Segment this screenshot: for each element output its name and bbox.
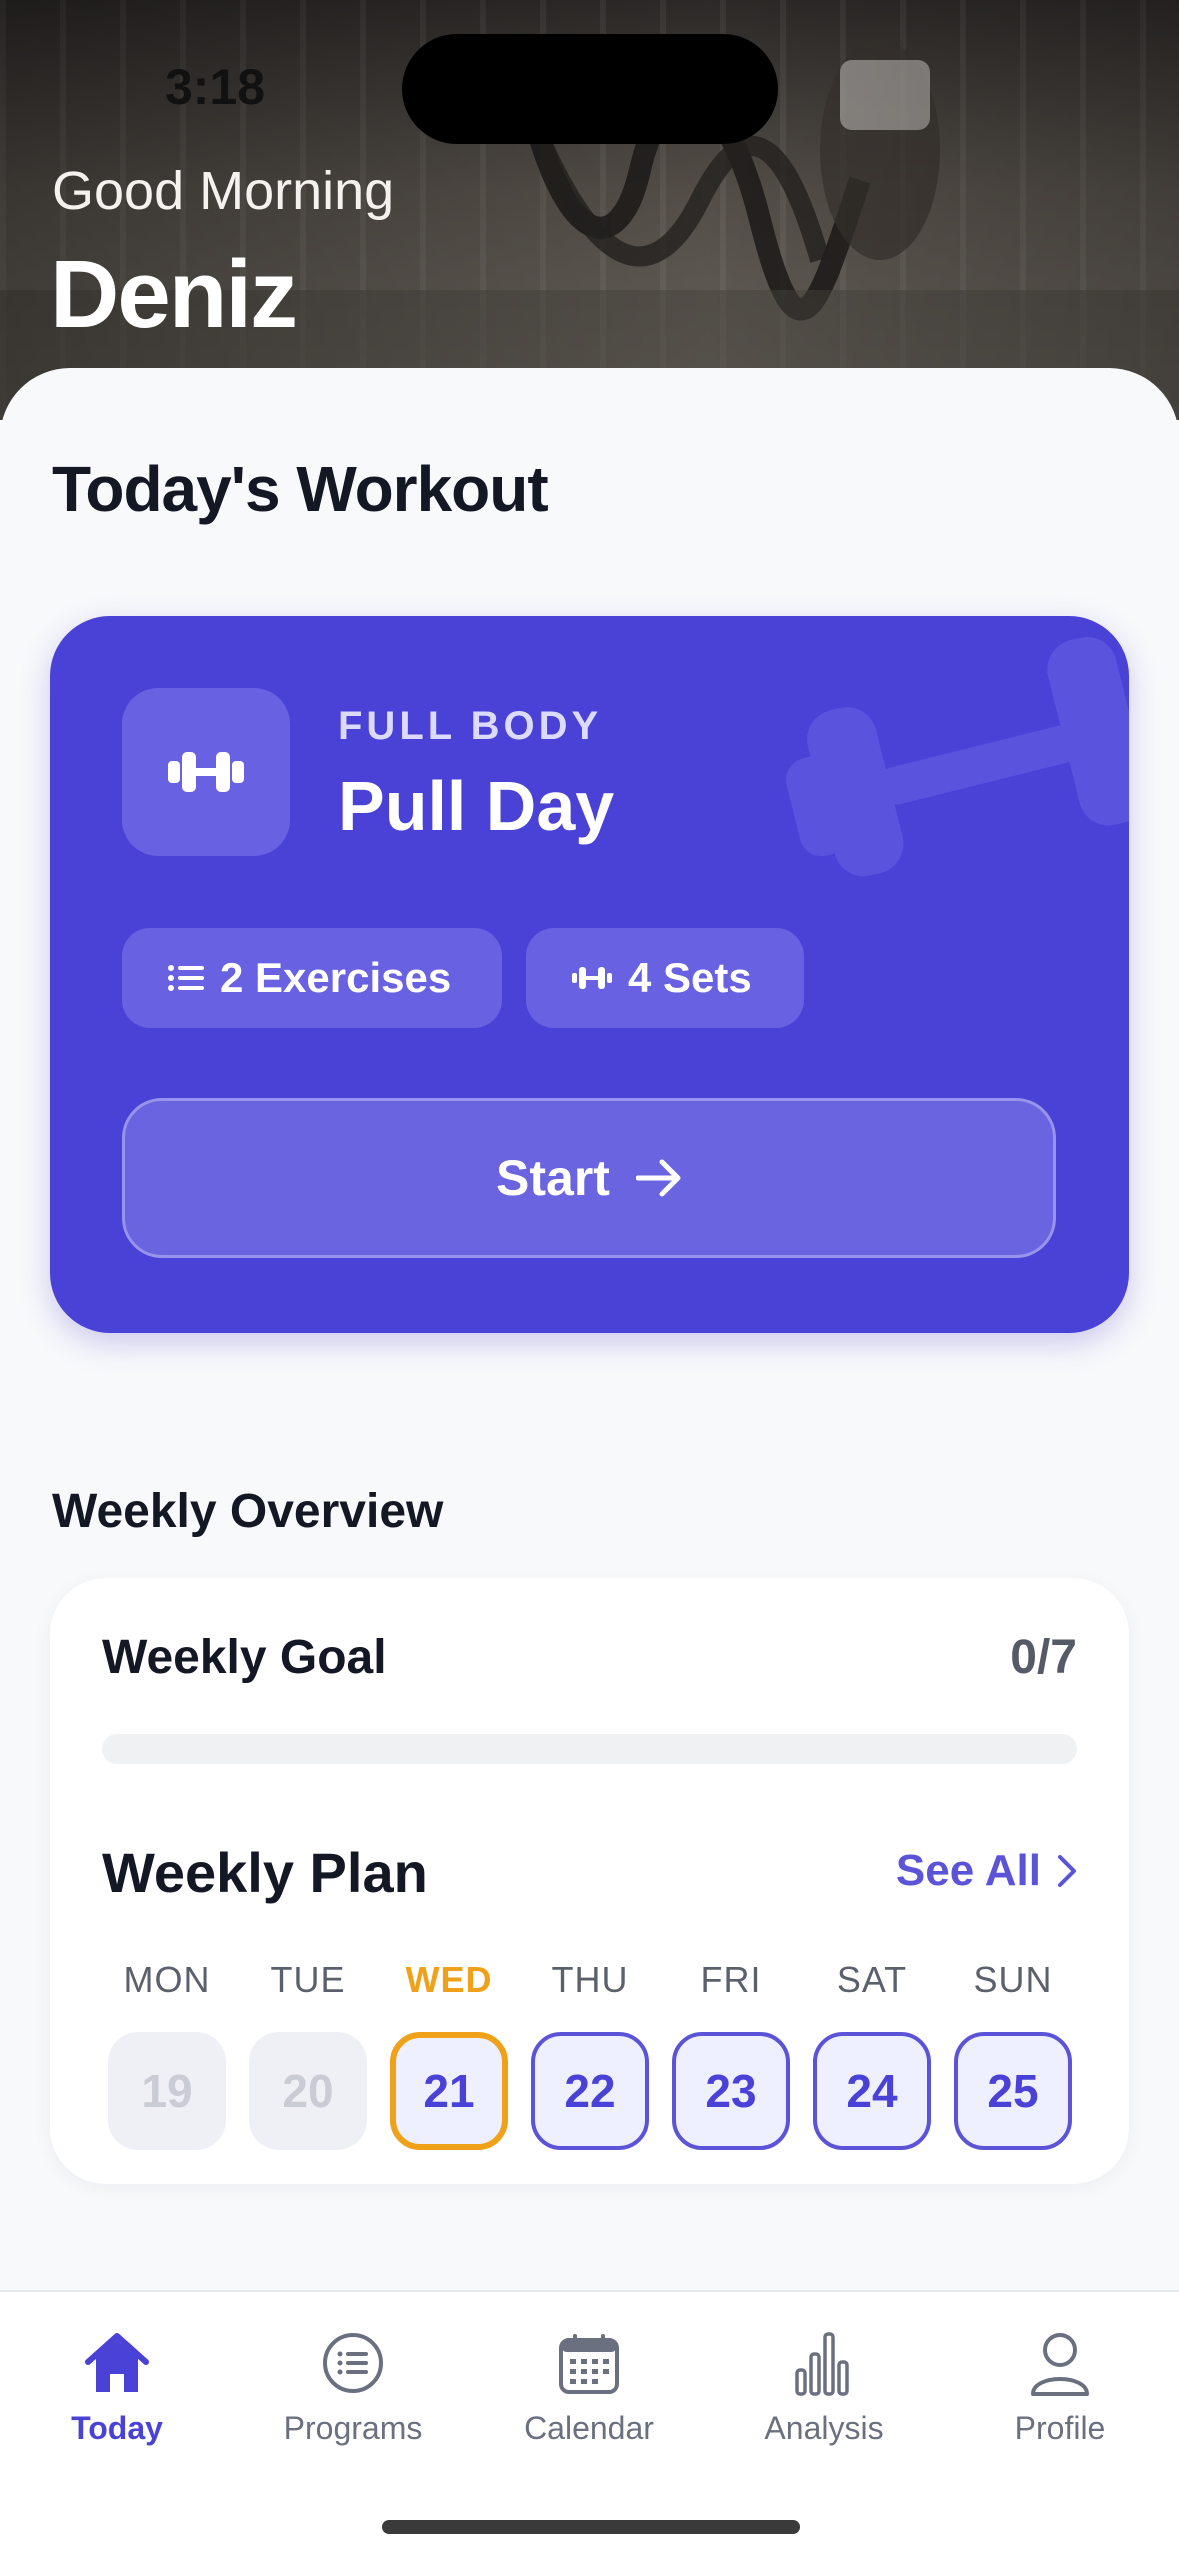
home-icon [85, 2333, 149, 2392]
weekly-overview-card: Weekly Goal 0/7 Weekly Plan See All MON … [50, 1578, 1129, 2184]
chevron-right-icon [1058, 1855, 1076, 1887]
day-fri[interactable]: FRI 23 [672, 1956, 790, 2150]
day-date: 21 [390, 2032, 508, 2150]
person-icon [1031, 2333, 1089, 2396]
sets-count: 4 Sets [628, 954, 752, 1001]
day-date: 25 [954, 2032, 1072, 2150]
todays-workout-title: Today's Workout [52, 453, 549, 525]
day-sun[interactable]: SUN 25 [954, 1956, 1072, 2150]
weekly-goal-progress-bar [102, 1734, 1077, 1764]
see-all-link[interactable]: See All [896, 1846, 1077, 1896]
day-label: WED [405, 1959, 493, 2000]
day-sat[interactable]: SAT 24 [813, 1956, 931, 2150]
workout-category: FULL BODY [338, 704, 603, 748]
tab-analysis[interactable]: Analysis [724, 2328, 924, 2447]
greeting-text: Good Morning [52, 161, 395, 221]
tab-bar: Today Programs Calendar Analysis Profile [0, 2290, 1179, 2556]
hero-background: 3:18 Good Morning Deniz [0, 0, 1179, 420]
weekly-goal-label: Weekly Goal [102, 1631, 387, 1684]
arrow-right-icon [635, 1159, 681, 1197]
tab-programs[interactable]: Programs [253, 2328, 453, 2447]
workout-icon-box [122, 688, 290, 856]
list-circle-icon [323, 2333, 383, 2393]
calendar-icon [559, 2334, 619, 2394]
day-tue[interactable]: TUE 20 [249, 1956, 367, 2150]
tab-label: Calendar [524, 2410, 654, 2446]
user-name: Deniz [50, 241, 298, 348]
start-workout-button[interactable]: Start [122, 1098, 1056, 1258]
day-label: TUE [270, 1959, 346, 2000]
tab-calendar[interactable]: Calendar [489, 2328, 689, 2447]
exercises-chip: 2 Exercises [122, 928, 502, 1028]
dumbbell-small-icon [572, 967, 612, 989]
bar-chart-icon [795, 2332, 849, 2396]
day-date: 19 [108, 2032, 226, 2150]
sets-chip: 4 Sets [526, 928, 804, 1028]
day-mon[interactable]: MON 19 [108, 1956, 226, 2150]
weekly-plan-days: MON 19 TUE 20 WED 21 THU 22 FRI 23 SAT 2… [108, 1956, 1072, 2150]
dumbbell-watermark-icon [786, 636, 1129, 877]
day-date: 23 [672, 2032, 790, 2150]
tab-today[interactable]: Today [17, 2328, 217, 2447]
dumbbell-icon [168, 752, 244, 792]
day-wed[interactable]: WED 21 [390, 1956, 508, 2150]
day-label: SAT [836, 1959, 908, 2000]
tab-label: Analysis [764, 2410, 884, 2446]
tab-profile[interactable]: Profile [960, 2328, 1160, 2447]
start-button-label: Start [496, 1150, 610, 1206]
list-icon [168, 965, 204, 991]
exercises-count: 2 Exercises [220, 954, 452, 1001]
day-date: 22 [531, 2032, 649, 2150]
tab-label: Programs [283, 2410, 423, 2446]
day-label: FRI [700, 1959, 762, 2000]
day-label: THU [551, 1959, 629, 2000]
day-thu[interactable]: THU 22 [531, 1956, 649, 2150]
see-all-label: See All [895, 1846, 1041, 1895]
day-label: SUN [973, 1959, 1053, 2000]
workout-name: Pull Day [338, 767, 615, 845]
dynamic-island [402, 34, 778, 144]
day-date: 20 [249, 2032, 367, 2150]
workout-card[interactable]: FULL BODY Pull Day 2 Exercises 4 Sets St… [50, 616, 1129, 1333]
status-time: 3:18 [165, 59, 266, 115]
weekly-goal-value: 0/7 [1010, 1631, 1077, 1684]
day-label: MON [123, 1959, 211, 2000]
day-date: 24 [813, 2032, 931, 2150]
tab-label: Profile [1014, 2410, 1106, 2446]
home-indicator [382, 2520, 800, 2534]
tab-label: Today [71, 2410, 163, 2446]
weekly-plan-title: Weekly Plan [102, 1841, 428, 1904]
weekly-overview-title: Weekly Overview [52, 1485, 444, 1538]
